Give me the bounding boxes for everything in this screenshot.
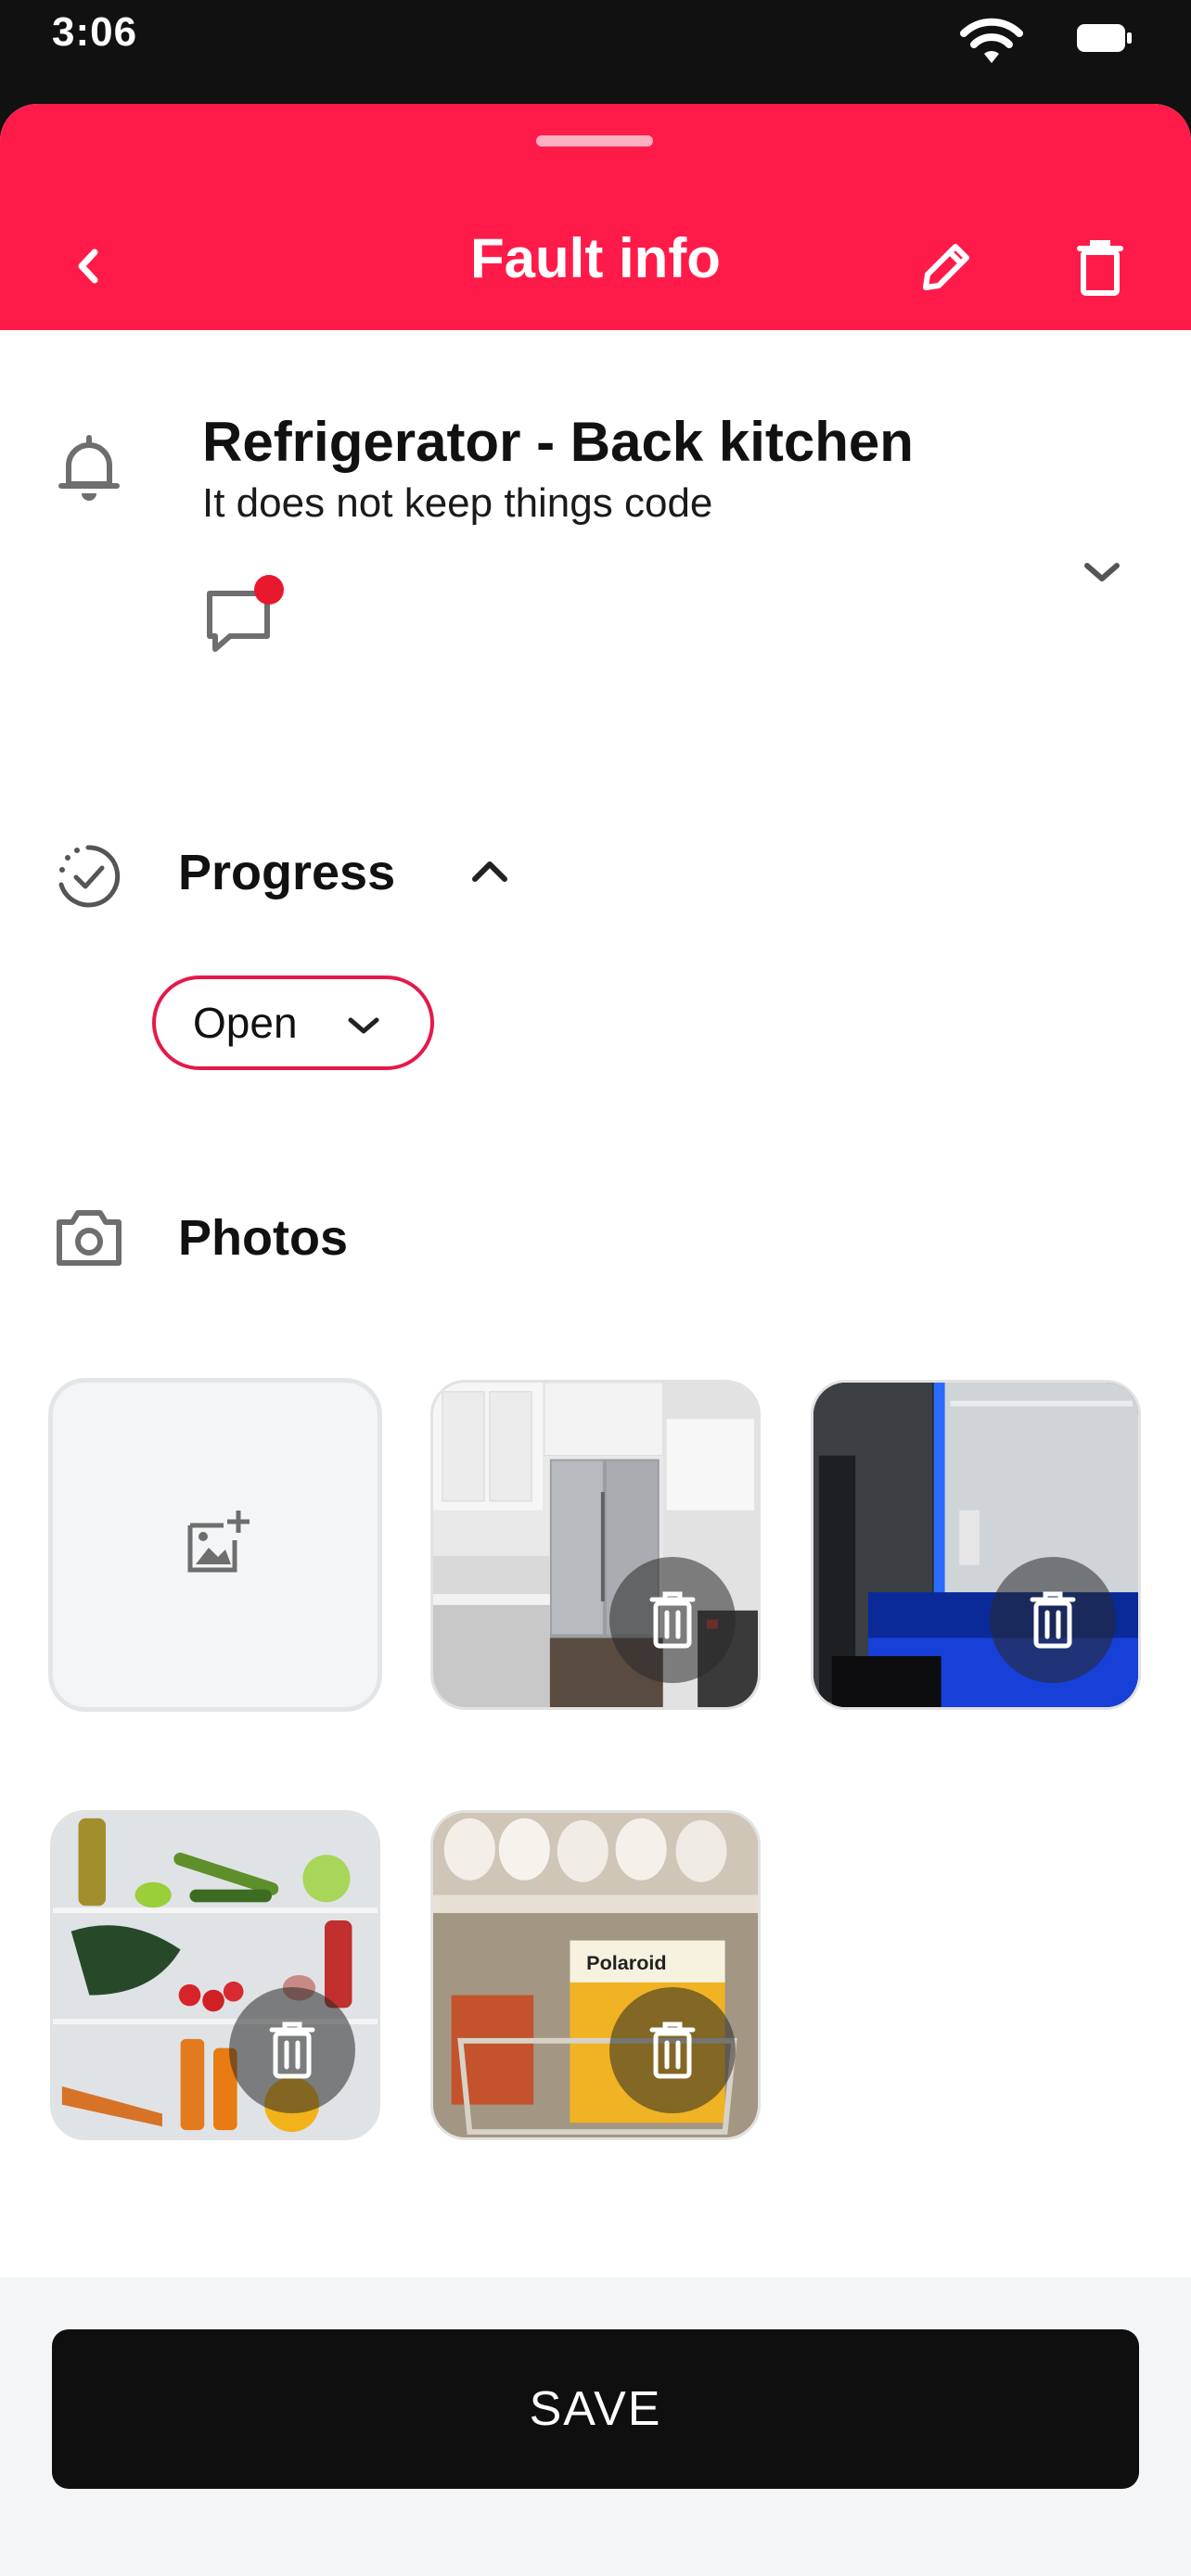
status-value: Open bbox=[193, 999, 298, 1047]
photo-thumbnail[interactable] bbox=[811, 1380, 1141, 1710]
unread-badge bbox=[254, 575, 284, 605]
add-photo-icon bbox=[187, 1511, 250, 1573]
trash-icon bbox=[269, 2021, 315, 2079]
photo-thumbnail[interactable] bbox=[50, 1810, 380, 2140]
status-dropdown[interactable]: Open bbox=[152, 976, 434, 1070]
trash-icon bbox=[649, 1591, 696, 1649]
page-title: Fault info bbox=[470, 227, 721, 289]
trash-icon[interactable] bbox=[1063, 230, 1137, 304]
progress-title: Progress bbox=[178, 845, 396, 900]
pencil-icon[interactable] bbox=[909, 230, 983, 304]
trash-icon bbox=[1030, 1591, 1076, 1649]
camera-icon bbox=[57, 1210, 122, 1266]
status-time: 3:06 bbox=[52, 9, 138, 55]
save-button[interactable]: SAVE bbox=[52, 2329, 1139, 2489]
fault-title: Refrigerator - Back kitchen bbox=[202, 411, 914, 473]
add-photo-button[interactable] bbox=[48, 1378, 382, 1712]
polaroid-box-label: Polaroid bbox=[586, 1951, 666, 1974]
status-bar: 3:06 bbox=[0, 0, 1191, 104]
delete-photo-button[interactable] bbox=[609, 1987, 736, 2113]
fault-info-sheet: Fault info Refrigerator - Back kitchen I… bbox=[0, 104, 1191, 2576]
delete-photo-button[interactable] bbox=[990, 1557, 1116, 1683]
photo-thumbnail[interactable]: Polaroid bbox=[430, 1810, 761, 2140]
chevron-up-icon[interactable] bbox=[464, 846, 516, 898]
delete-photo-button[interactable] bbox=[229, 1987, 355, 2113]
chevron-down-icon bbox=[348, 1017, 379, 1034]
photo-thumbnail[interactable] bbox=[430, 1380, 761, 1710]
comment-icon[interactable] bbox=[202, 571, 295, 664]
fault-description: It does not keep things code bbox=[202, 480, 713, 526]
wifi-icon bbox=[960, 18, 1023, 63]
header-bar: Fault info bbox=[0, 104, 1191, 330]
chevron-down-icon[interactable] bbox=[1074, 545, 1130, 601]
photos-title: Photos bbox=[178, 1210, 348, 1266]
delete-photo-button[interactable] bbox=[609, 1557, 736, 1683]
sheet-grabber[interactable] bbox=[536, 135, 653, 147]
trash-icon bbox=[649, 2021, 696, 2079]
bell-icon bbox=[58, 435, 120, 501]
battery-icon bbox=[1077, 24, 1132, 52]
progress-check-icon bbox=[58, 845, 121, 908]
